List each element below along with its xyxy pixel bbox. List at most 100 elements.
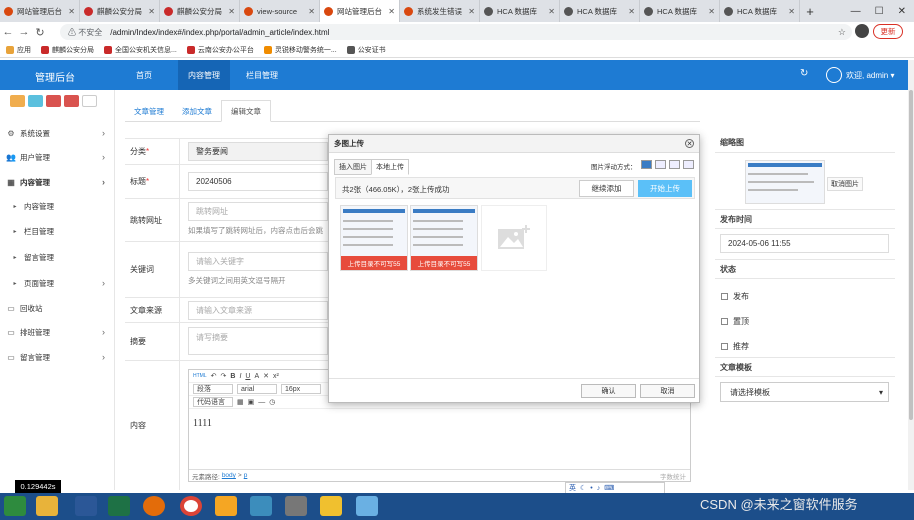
- keywords-input[interactable]: 请输入关键字: [188, 252, 328, 271]
- path-p-link[interactable]: p: [244, 472, 248, 479]
- chrome-icon[interactable]: [180, 496, 202, 516]
- sidebar-item[interactable]: ▭ 留言管理 ›: [0, 347, 115, 367]
- browser-tab[interactable]: HCA 数据库 ✕: [560, 0, 640, 22]
- tab-close-icon[interactable]: ✕: [788, 7, 795, 16]
- continue-add-button[interactable]: 继续添加: [579, 180, 634, 197]
- checkbox-icon[interactable]: [721, 293, 728, 300]
- publish-time-input[interactable]: 2024-05-06 11:55: [720, 234, 889, 253]
- tab-close-icon[interactable]: ✕: [68, 7, 75, 16]
- cancel-image-button[interactable]: 取消图片: [827, 177, 863, 191]
- app-icon[interactable]: [285, 496, 307, 516]
- tab-close-icon[interactable]: ✕: [708, 7, 715, 16]
- html-icon[interactable]: HTML: [193, 373, 207, 379]
- browser-tab[interactable]: HCA 数据库 ✕: [480, 0, 560, 22]
- redirect-input[interactable]: 跳转网址: [188, 202, 328, 221]
- sidebar-item[interactable]: ▸ 留言管理: [0, 247, 115, 267]
- bookmark-item[interactable]: 云南公安办公平台: [186, 45, 254, 55]
- close-icon[interactable]: ✕: [898, 6, 906, 17]
- float-none-icon[interactable]: [641, 160, 652, 169]
- tab-add-article[interactable]: 添加文章: [173, 100, 221, 122]
- summary-textarea[interactable]: 请写摘要: [188, 327, 328, 355]
- float-left-icon[interactable]: [655, 160, 666, 169]
- float-right-icon[interactable]: [669, 160, 680, 169]
- sidebar-item[interactable]: ▦ 内容管理 ›: [0, 172, 115, 192]
- category-select[interactable]: 警务要闻: [188, 142, 328, 161]
- browser-tab[interactable]: 麒麟公安分局 ✕: [80, 0, 160, 22]
- source-input[interactable]: 请输入文章来源: [188, 301, 328, 320]
- word-icon[interactable]: [75, 496, 97, 516]
- browser-tab[interactable]: 网站管理后台 ✕: [320, 0, 400, 22]
- bookmark-item[interactable]: 麒麟公安分局: [41, 45, 94, 55]
- sidebar-item[interactable]: ▭ 回收站: [0, 298, 115, 318]
- upload-thumbnail[interactable]: 上传目录不可写55: [340, 205, 408, 271]
- browser-tab[interactable]: 系统发生错误 ✕: [400, 0, 480, 22]
- checkbox-icon[interactable]: [721, 343, 728, 350]
- bookmark-item[interactable]: 全国公安机关信息...: [104, 45, 177, 55]
- font-border-icon[interactable]: A: [254, 373, 259, 380]
- topnav-home[interactable]: 首页: [126, 60, 162, 90]
- editor-content[interactable]: 1111: [193, 418, 212, 429]
- redo-icon[interactable]: ↷: [221, 372, 227, 380]
- browser-tab[interactable]: view-source ✕: [240, 0, 320, 22]
- add-image-placeholder[interactable]: [481, 205, 547, 271]
- home-quick-icon[interactable]: [10, 95, 25, 107]
- tab-insert-image[interactable]: 插入图片: [334, 159, 372, 175]
- profile-avatar[interactable]: [855, 24, 869, 38]
- time-icon[interactable]: ◷: [269, 398, 275, 406]
- image-icon[interactable]: ▣: [248, 398, 255, 406]
- explorer-icon[interactable]: [36, 496, 58, 516]
- hr-icon[interactable]: —: [258, 399, 265, 406]
- maximize-icon[interactable]: ☐: [875, 6, 884, 17]
- refresh-icon[interactable]: ↻: [800, 68, 808, 79]
- delete-quick-icon[interactable]: [46, 95, 61, 107]
- reload-icon[interactable]: ↻: [32, 26, 48, 39]
- italic-icon[interactable]: I: [239, 373, 241, 380]
- sidebar-item[interactable]: ▸ 栏目管理: [0, 221, 115, 241]
- sidebar-item[interactable]: ⚙ 系统设置 ›: [0, 123, 115, 143]
- app-icon[interactable]: [320, 496, 342, 516]
- recommend-checkbox[interactable]: 推荐: [721, 341, 749, 352]
- page-scrollbar[interactable]: [908, 60, 914, 490]
- dialog-cancel-button[interactable]: 取消: [640, 384, 695, 398]
- app-icon[interactable]: [143, 496, 165, 516]
- bookmark-star-icon[interactable]: ☆: [838, 27, 846, 38]
- tab-close-icon[interactable]: ✕: [548, 7, 555, 16]
- underline-icon[interactable]: U: [245, 373, 250, 380]
- browser-tab[interactable]: 网站管理后台 ✕: [0, 0, 80, 22]
- tab-close-icon[interactable]: ✕: [388, 7, 395, 16]
- browser-tab[interactable]: 麒麟公安分局 ✕: [160, 0, 240, 22]
- list-quick-icon[interactable]: [82, 95, 97, 107]
- url-input[interactable]: ⚠ 不安全 /admin/Index/index#/index.php/port…: [60, 24, 852, 40]
- settings-quick-icon[interactable]: [64, 95, 79, 107]
- thumbnail-image[interactable]: [745, 160, 825, 204]
- back-icon[interactable]: ←: [0, 26, 16, 38]
- upload-thumbnail[interactable]: 上传目录不可写55: [410, 205, 478, 271]
- tab-close-icon[interactable]: ✕: [308, 7, 315, 16]
- sidebar-item[interactable]: ▸ 页面管理 ›: [0, 273, 115, 293]
- tab-close-icon[interactable]: ✕: [148, 7, 155, 16]
- user-menu[interactable]: 欢迎, admin ▾: [826, 67, 894, 83]
- bold-icon[interactable]: B: [230, 373, 235, 380]
- publish-checkbox[interactable]: 发布: [721, 291, 749, 302]
- scrollbar-thumb[interactable]: [909, 90, 913, 420]
- font-size-select[interactable]: 16px: [281, 384, 321, 394]
- tab-close-icon[interactable]: ✕: [628, 7, 635, 16]
- forward-icon[interactable]: →: [16, 26, 32, 38]
- new-tab-button[interactable]: +: [800, 0, 820, 22]
- path-body-link[interactable]: body: [222, 472, 236, 479]
- app-icon[interactable]: [356, 496, 378, 516]
- code-language-select[interactable]: 代码语言: [193, 397, 233, 407]
- table-icon[interactable]: ▦: [237, 398, 244, 406]
- title-input[interactable]: 20240506: [188, 172, 328, 191]
- browser-tab[interactable]: HCA 数据库 ✕: [640, 0, 720, 22]
- topnav-columns[interactable]: 栏目管理: [236, 60, 288, 90]
- dialog-close-icon[interactable]: ✕: [685, 139, 694, 148]
- app-icon[interactable]: [215, 496, 237, 516]
- bookmark-item[interactable]: 公安证书: [346, 45, 386, 55]
- strike-icon[interactable]: ✕: [263, 372, 269, 380]
- font-select[interactable]: arial: [237, 384, 277, 394]
- browser-tab[interactable]: HCA 数据库 ✕: [720, 0, 800, 22]
- tab-local-upload[interactable]: 本地上传: [371, 159, 409, 175]
- app-icon[interactable]: [250, 496, 272, 516]
- sticky-checkbox[interactable]: 置顶: [721, 316, 749, 327]
